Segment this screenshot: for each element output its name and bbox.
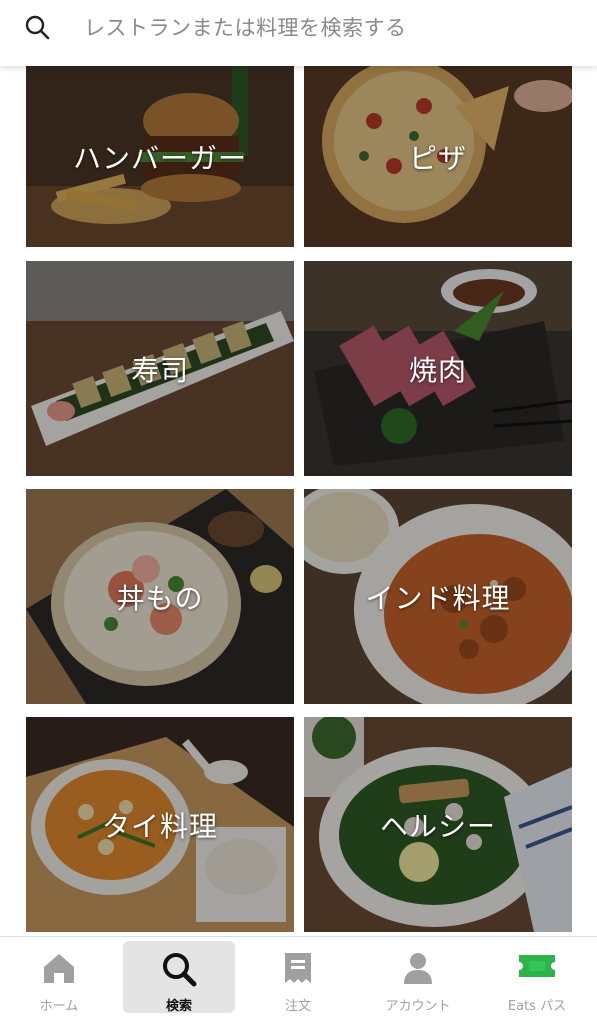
ticket-icon	[519, 955, 555, 977]
tab-account[interactable]: アカウント	[362, 941, 474, 1014]
tab-label: アカウント	[385, 999, 451, 1014]
tab-orders[interactable]: 注文	[242, 941, 354, 1014]
tab-label: ホーム	[39, 999, 79, 1014]
category-tile-yakiniku[interactable]: 焼肉	[304, 261, 572, 476]
home-icon	[44, 954, 74, 983]
category-tile-indian[interactable]: インド料理	[304, 489, 572, 704]
tab-search[interactable]: 検索	[123, 941, 235, 1014]
receipt-icon	[285, 953, 311, 983]
category-grid: ハンバーガー ピザ 寿司 焼肉 丼もの インド料理 タイ料理 ヘルシー	[0, 66, 597, 936]
search-icon[interactable]	[24, 14, 50, 40]
tab-label: Eats パス	[507, 999, 567, 1014]
tab-home[interactable]: ホーム	[3, 941, 115, 1014]
category-label: 寿司	[130, 353, 189, 387]
category-tile-pizza[interactable]: ピザ	[304, 66, 572, 247]
category-label: ハンバーガー	[72, 141, 247, 175]
category-label: 丼もの	[116, 581, 204, 615]
category-tile-hamburger[interactable]: ハンバーガー	[26, 66, 294, 247]
category-label: インド料理	[365, 581, 511, 615]
tab-label: 注文	[284, 999, 311, 1014]
person-icon	[404, 953, 432, 984]
category-label: 焼肉	[408, 353, 467, 387]
category-label: ヘルシー	[379, 809, 496, 843]
category-tile-thai[interactable]: タイ料理	[26, 717, 294, 932]
tab-label: 検索	[165, 999, 192, 1014]
bottom-tab-bar: ホーム 検索 注文 アカウント Eats パス	[0, 936, 597, 1025]
category-tile-sushi[interactable]: 寿司	[26, 261, 294, 476]
search-input[interactable]: レストランまたは料理を検索する	[84, 12, 407, 42]
search-bar[interactable]: レストランまたは料理を検索する	[0, 0, 597, 66]
category-tile-donburi[interactable]: 丼もの	[26, 489, 294, 704]
category-label: ピザ	[408, 141, 467, 175]
tab-eats-pass[interactable]: Eats パス	[481, 941, 593, 1014]
category-tile-healthy[interactable]: ヘルシー	[304, 717, 572, 932]
search-icon	[163, 953, 197, 987]
category-label: タイ料理	[101, 809, 218, 843]
